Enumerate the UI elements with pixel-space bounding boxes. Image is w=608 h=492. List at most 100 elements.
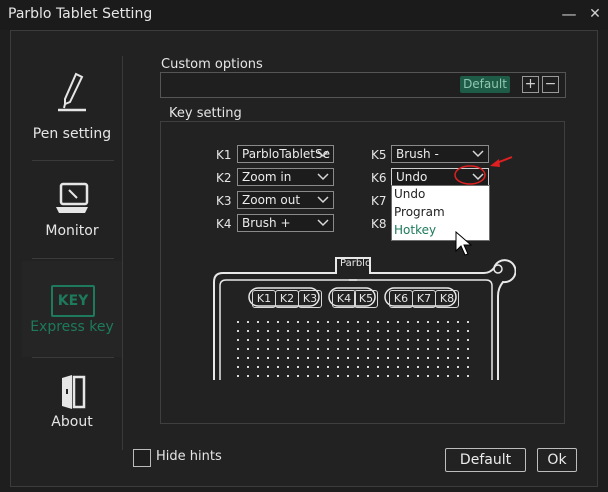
chevron-down-icon: [317, 173, 329, 181]
dropdown-option-program[interactable]: Program: [394, 204, 487, 221]
tablet-dot: [407, 339, 409, 341]
tablet-brand-label: Parblo: [340, 258, 372, 269]
remove-option-button[interactable]: −: [542, 76, 559, 93]
tablet-dot: [237, 357, 239, 359]
tablet-dot: [267, 348, 269, 350]
tablet-dot: [367, 366, 369, 368]
sidebar-item-label: About: [51, 414, 93, 430]
tablet-dot: [287, 366, 289, 368]
sidebar-item-label: Express key: [30, 319, 114, 335]
close-button[interactable]: ✕: [584, 4, 606, 24]
tablet-dot: [467, 348, 469, 350]
tablet-dot: [467, 321, 469, 323]
key-label-k7: K7: [371, 194, 387, 208]
tablet-dot: [397, 375, 399, 377]
tablet-dot: [307, 348, 309, 350]
key-select-k4[interactable]: Brush +: [237, 214, 334, 232]
add-option-button[interactable]: +: [522, 76, 539, 93]
tablet-illustration: [213, 257, 516, 380]
tablet-button-k1: K1: [252, 290, 276, 308]
key-select-value: Undo: [396, 170, 428, 184]
sidebar-item-pen-setting[interactable]: Pen setting: [22, 60, 122, 156]
tablet-dot: [287, 321, 289, 323]
tablet-dot: [337, 339, 339, 341]
key-label-k6: K6: [371, 171, 387, 185]
hide-hints-checkbox[interactable]: [133, 449, 151, 467]
tablet-dot: [457, 375, 459, 377]
tablet-dot: [287, 357, 289, 359]
tablet-dot: [327, 330, 329, 332]
key-select-k2[interactable]: Zoom in: [237, 168, 334, 186]
default-option-badge[interactable]: Default: [460, 76, 510, 93]
tablet-dot: [377, 339, 379, 341]
key-select-value: Zoom in: [242, 170, 292, 184]
sidebar-item-monitor[interactable]: Monitor: [22, 163, 122, 259]
dropdown-option-hotkey[interactable]: Hotkey: [394, 222, 487, 239]
tablet-dot: [297, 339, 299, 341]
tablet-dot: [397, 339, 399, 341]
tablet-dot: [277, 330, 279, 332]
tablet-dot: [327, 348, 329, 350]
tablet-dot: [467, 375, 469, 377]
tablet-dot: [427, 366, 429, 368]
title-bar: Parblo Tablet Setting — ✕: [0, 0, 608, 30]
tablet-dot: [427, 339, 429, 341]
chevron-down-icon: [317, 150, 329, 158]
minimize-button[interactable]: —: [558, 4, 580, 24]
tablet-dot: [297, 348, 299, 350]
tablet-dot: [337, 375, 339, 377]
tablet-dot: [237, 330, 239, 332]
tablet-dot: [277, 357, 279, 359]
tablet-dot: [317, 330, 319, 332]
tablet-dot: [377, 375, 379, 377]
tablet-dot: [337, 321, 339, 323]
sidebar-item-express-key[interactable]: KEY Express key: [22, 261, 122, 357]
tablet-dot: [257, 321, 259, 323]
key-select-k1[interactable]: ParbloTabletSe: [237, 145, 334, 163]
tablet-dot: [387, 339, 389, 341]
tablet-dot: [407, 366, 409, 368]
tablet-dot: [367, 339, 369, 341]
tablet-dot: [347, 339, 349, 341]
tablet-dot: [277, 321, 279, 323]
tablet-dot: [327, 366, 329, 368]
key-select-k3[interactable]: Zoom out: [237, 191, 334, 209]
tablet-dot: [457, 330, 459, 332]
tablet-dot: [457, 366, 459, 368]
tablet-dot: [317, 357, 319, 359]
tablet-button-k2: K2: [275, 290, 299, 308]
tablet-dot: [247, 375, 249, 377]
tablet-dot: [437, 339, 439, 341]
tablet-dot: [307, 339, 309, 341]
tablet-dot: [297, 375, 299, 377]
tablet-dot: [437, 357, 439, 359]
default-button[interactable]: Default: [445, 448, 526, 472]
tablet-dot: [427, 375, 429, 377]
tablet-dot: [397, 366, 399, 368]
tablet-dot: [297, 366, 299, 368]
tablet-dot: [377, 348, 379, 350]
tablet-dot: [237, 375, 239, 377]
sidebar-divider: [32, 357, 114, 358]
tablet-button-k6: K6: [389, 290, 413, 308]
tablet-dot: [307, 357, 309, 359]
tablet-dot: [437, 330, 439, 332]
tablet-dot: [327, 357, 329, 359]
tablet-dot: [417, 348, 419, 350]
sidebar-item-about[interactable]: About: [22, 360, 122, 456]
tablet-dot: [367, 348, 369, 350]
tablet-button-k3: K3: [298, 290, 322, 308]
hide-hints-label[interactable]: Hide hints: [156, 449, 222, 464]
tablet-dot: [377, 321, 379, 323]
sidebar-divider-vertical: [122, 56, 123, 450]
sidebar-item-label: Pen setting: [32, 126, 112, 142]
ok-button[interactable]: Ok: [537, 448, 577, 472]
tablet-dot: [247, 348, 249, 350]
tablet-dot: [337, 366, 339, 368]
tablet-dot: [437, 366, 439, 368]
tablet-dot: [257, 357, 259, 359]
tablet-dot: [247, 321, 249, 323]
tablet-dot: [327, 321, 329, 323]
tablet-dot: [447, 366, 449, 368]
tablet-dot: [267, 366, 269, 368]
